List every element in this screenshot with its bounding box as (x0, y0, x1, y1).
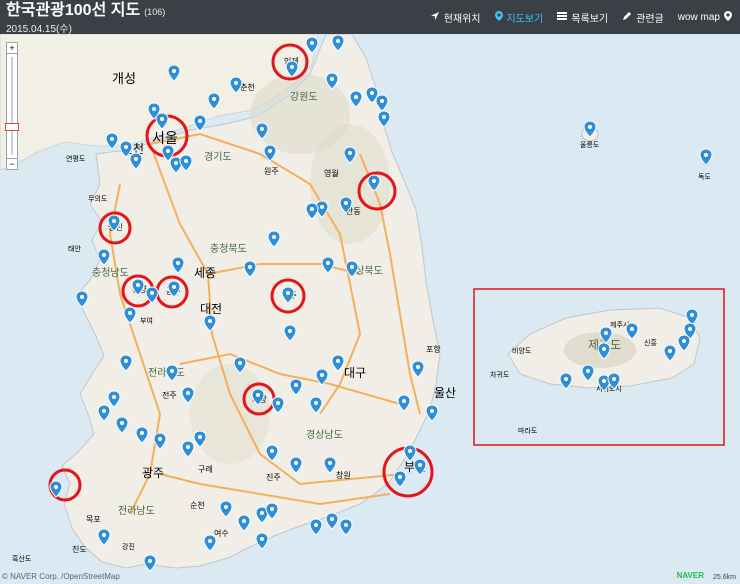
nav-current-location[interactable]: 현재위치 (430, 10, 481, 25)
map-pin-icon (494, 11, 503, 24)
nav-list-view[interactable]: 목록보기 (557, 10, 608, 25)
nav-label: 지도보기 (506, 14, 544, 25)
title-text: 한국관광100선 지도 (6, 2, 141, 19)
item-count: (106) (144, 7, 166, 17)
edit-icon (622, 11, 632, 24)
nav-label: 현재위치 (443, 14, 481, 25)
zoom-in-button[interactable]: + (6, 42, 18, 54)
nav-label: wow map (677, 12, 720, 23)
zoom-slider-thumb[interactable] (5, 123, 19, 131)
zoom-slider-track[interactable] (11, 57, 13, 155)
nav-label: 목록보기 (571, 14, 609, 25)
nav-map-view[interactable]: 지도보기 (494, 10, 544, 25)
app-header: 한국관광100선 지도 (106) 2015.04.15(수) 현재위치 지도보기… (0, 0, 740, 35)
page-title: 한국관광100선 지도 (106) (6, 2, 165, 21)
list-icon (557, 11, 568, 24)
zoom-control: + − (5, 42, 19, 170)
map-copyright: © NAVER Corp. /OpenStreetMap (2, 572, 120, 581)
zoom-out-button[interactable]: − (6, 158, 18, 170)
nav-related[interactable]: 관련글 (622, 10, 664, 25)
nav-wow-map[interactable]: wow map (678, 10, 732, 25)
map-scale: 25.6km (713, 574, 736, 581)
marker-layer (49, 34, 713, 572)
date-label: 2015.04.15(수) (6, 24, 72, 35)
navigation-icon (430, 11, 440, 24)
top-nav: 현재위치 지도보기 목록보기 관련글 wow map (430, 10, 732, 25)
map-pin-icon (724, 11, 732, 24)
naver-logo: NAVER (676, 571, 704, 580)
nav-label: 관련글 (636, 14, 664, 25)
